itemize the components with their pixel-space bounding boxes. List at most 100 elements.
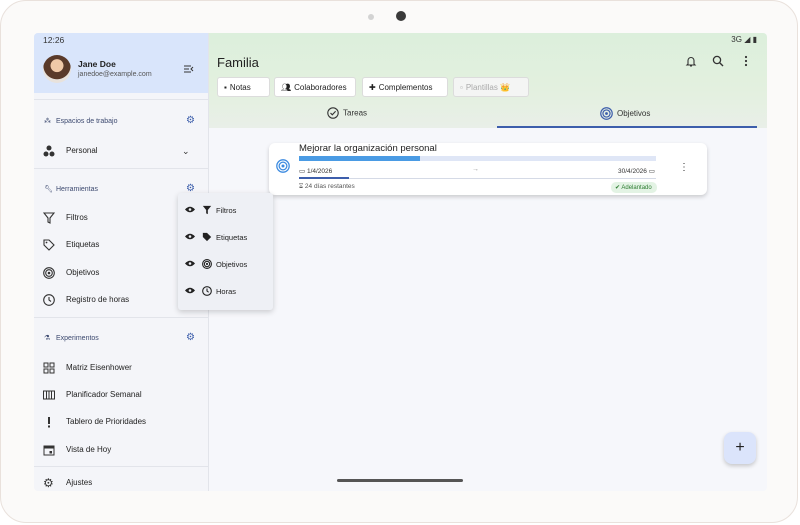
status-badge: ✔ Adelantado bbox=[611, 182, 657, 193]
chip-notas[interactable]: ▪ Notas bbox=[217, 77, 270, 97]
sidebar-item-label: Filtros bbox=[66, 213, 88, 222]
wrench-icon: 🔧︎ bbox=[44, 186, 53, 193]
start-date: ▭ 1/4/2026 bbox=[299, 168, 333, 175]
gear-icon: ⚙ bbox=[43, 476, 54, 490]
account-header: 12:26 Jane Doe janedoe@example.com bbox=[34, 33, 208, 93]
page-title: Familia bbox=[217, 55, 259, 70]
template-icon: ▫ bbox=[460, 83, 463, 92]
sidebar-item-ajustes[interactable]: ⚙ Ajustes bbox=[34, 470, 208, 491]
tag-icon bbox=[43, 239, 55, 251]
signal-icon: ◢ bbox=[744, 35, 751, 44]
goal-progress-fill bbox=[299, 156, 421, 161]
tools-section-title: 🔧︎ Herramientas bbox=[44, 186, 99, 193]
sidebar-item-vista-de-hoy[interactable]: Vista de Hoy bbox=[34, 437, 208, 463]
battery-icon: ▮ bbox=[752, 35, 757, 44]
divider bbox=[34, 317, 208, 318]
collapse-menu-icon[interactable] bbox=[184, 65, 194, 73]
chip-complementos[interactable]: ✚ Complementos bbox=[362, 77, 448, 97]
target-icon bbox=[600, 107, 613, 120]
end-date: 30/4/2026 ▭ bbox=[618, 168, 655, 175]
sidebar-item-tablero-de-prioridades[interactable]: Tablero de Prioridades bbox=[34, 409, 208, 435]
status-time: 12:26 bbox=[43, 35, 65, 45]
eye-icon[interactable] bbox=[185, 287, 195, 294]
sidebar-item-label: Planificador Semanal bbox=[66, 390, 142, 399]
sidebar-item-planificador-semanal[interactable]: Planificador Semanal bbox=[34, 382, 208, 408]
active-tab-indicator bbox=[497, 126, 757, 128]
top-app-bar: 3G ◢ ▮ Familia ▪ Notas 👥︎ Colaboradores ✚ C… bbox=[209, 33, 767, 128]
divider bbox=[34, 466, 208, 467]
sidebar-item-label: Objetivos bbox=[66, 268, 100, 277]
sidebar-item-label: Ajustes bbox=[66, 478, 93, 487]
target-icon bbox=[43, 267, 55, 279]
exclamation-icon bbox=[43, 416, 55, 428]
puzzle-icon: ✚ bbox=[369, 83, 376, 92]
status-indicators: 3G ◢ ▮ bbox=[731, 35, 757, 44]
tag-icon bbox=[202, 232, 212, 242]
eye-icon[interactable] bbox=[185, 233, 195, 240]
menu-item-label: Etiquetas bbox=[216, 233, 248, 242]
goal-progress-bar bbox=[299, 156, 656, 161]
time-elapsed-bar bbox=[299, 177, 656, 179]
eye-icon[interactable] bbox=[185, 260, 195, 267]
tab-bar: Tareas Objetivos bbox=[209, 104, 767, 128]
sidebar-item-label: Matriz Eisenhower bbox=[66, 363, 132, 372]
app-screen: 12:26 Jane Doe janedoe@example.com ⁂ Espa… bbox=[34, 33, 767, 491]
network-label: 3G bbox=[731, 35, 742, 44]
goal-card[interactable]: Mejorar la organización personal ▭ 1/4/2… bbox=[269, 143, 707, 195]
menu-item-etiquetas[interactable]: Etiquetas bbox=[178, 224, 273, 251]
filter-icon bbox=[43, 212, 55, 224]
experiments-section-title: ⚗ Experimentos bbox=[44, 335, 99, 342]
note-icon: ▪ bbox=[224, 83, 227, 92]
workspace-selector[interactable]: Personal ⌄ bbox=[34, 138, 208, 164]
workspaces-section-title: ⁂ Espacios de trabajo bbox=[44, 118, 118, 125]
columns-icon bbox=[43, 389, 55, 401]
eye-icon[interactable] bbox=[185, 206, 195, 213]
tools-visibility-menu: Filtros Etiquetas Objetivos Horas bbox=[178, 193, 273, 310]
sidebar-item-matriz-eisenhower[interactable]: Matriz Eisenhower bbox=[34, 355, 208, 381]
avatar[interactable] bbox=[43, 55, 71, 83]
flask-icon: ⚗ bbox=[44, 335, 51, 342]
days-remaining: ⌛︎ 24 días restantes bbox=[299, 183, 355, 190]
chip-colaboradores[interactable]: 👥︎ Colaboradores bbox=[274, 77, 356, 97]
camera bbox=[396, 11, 406, 21]
workspaces-settings-gear-icon[interactable]: ⚙ bbox=[186, 116, 196, 126]
sidebar-item-label: Vista de Hoy bbox=[66, 445, 112, 454]
bell-icon[interactable] bbox=[685, 55, 697, 67]
main-area: 3G ◢ ▮ Familia ▪ Notas 👥︎ Colaboradores ✚ C… bbox=[209, 33, 767, 491]
goal-more-vert-icon[interactable]: ⋮ bbox=[679, 162, 689, 173]
workspace-icon bbox=[43, 145, 55, 157]
experiments-settings-gear-icon[interactable]: ⚙ bbox=[186, 333, 196, 343]
calendar-icon: ▭ bbox=[299, 168, 307, 175]
sidebar-item-label: Tablero de Prioridades bbox=[66, 417, 147, 426]
time-elapsed-fill bbox=[299, 177, 349, 179]
menu-item-label: Filtros bbox=[216, 206, 237, 215]
filter-icon bbox=[202, 205, 212, 215]
sensor-dot bbox=[368, 14, 374, 20]
chevron-down-icon: ⌄ bbox=[182, 146, 190, 156]
user-email: janedoe@example.com bbox=[78, 71, 152, 78]
gesture-home-bar bbox=[337, 479, 463, 482]
clock-icon bbox=[43, 294, 55, 306]
add-fab-button[interactable]: + bbox=[724, 432, 756, 464]
arrow-right-icon: → bbox=[472, 166, 479, 173]
clock-icon bbox=[202, 286, 212, 296]
workspace-label: Personal bbox=[66, 146, 98, 155]
tab-tareas[interactable]: Tareas bbox=[327, 107, 367, 131]
menu-item-objetivos[interactable]: Objetivos bbox=[178, 251, 273, 278]
menu-item-filtros[interactable]: Filtros bbox=[178, 197, 273, 224]
target-icon bbox=[202, 259, 212, 269]
sidebar-item-label: Etiquetas bbox=[66, 240, 100, 249]
divider bbox=[34, 168, 208, 169]
menu-item-label: Horas bbox=[216, 287, 237, 296]
calendar-icon bbox=[43, 444, 55, 456]
grid-icon bbox=[43, 362, 55, 374]
search-icon[interactable] bbox=[712, 55, 724, 67]
goal-target-icon bbox=[276, 159, 290, 173]
goal-title: Mejorar la organización personal bbox=[299, 143, 437, 154]
people-icon: 👥︎ bbox=[281, 83, 292, 92]
more-vert-icon[interactable] bbox=[740, 55, 752, 67]
menu-item-horas[interactable]: Horas bbox=[178, 278, 273, 305]
plus-icon: + bbox=[735, 439, 745, 456]
check-circle-icon bbox=[327, 107, 339, 119]
sidebar-item-label: Registro de horas bbox=[66, 295, 130, 304]
